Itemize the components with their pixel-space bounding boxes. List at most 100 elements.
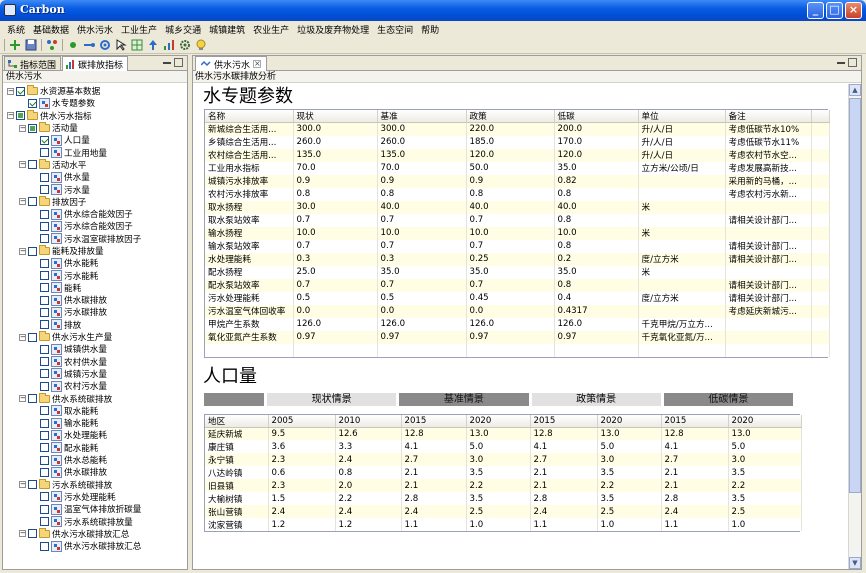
table-cell[interactable]: 10.0 bbox=[293, 226, 378, 240]
table-cell[interactable]: 1.1 bbox=[530, 518, 598, 531]
table-cell[interactable]: 1.0 bbox=[466, 518, 531, 531]
column-header[interactable]: 2015 bbox=[661, 414, 729, 428]
table-cell[interactable]: 2.2 bbox=[597, 479, 662, 492]
table-cell[interactable] bbox=[554, 343, 639, 357]
tree-checkbox[interactable] bbox=[28, 160, 37, 170]
table-cell[interactable]: 3.5 bbox=[728, 492, 802, 505]
tree-checkbox[interactable] bbox=[28, 197, 37, 207]
table-cell[interactable]: 0.8 bbox=[335, 466, 402, 479]
table-row[interactable] bbox=[205, 343, 830, 357]
column-header[interactable]: 单位 bbox=[638, 110, 726, 123]
menu-basic-data[interactable]: 基础数据 bbox=[29, 23, 73, 36]
chart-icon[interactable] bbox=[163, 39, 175, 51]
table-row[interactable]: 旧县镇 2.3 2.0 2.1 2.2 2.1 2.2 2.1 2.2 bbox=[205, 479, 802, 492]
menu-ecology[interactable]: 生态空间 bbox=[373, 23, 417, 36]
table-cell[interactable] bbox=[638, 174, 726, 188]
tree-checkbox[interactable] bbox=[40, 258, 49, 268]
tree-item[interactable]: 污水系统碳排放量 bbox=[3, 515, 187, 528]
table-cell[interactable] bbox=[638, 187, 726, 201]
tree-checkbox[interactable] bbox=[40, 517, 49, 527]
table-cell[interactable]: 请相关设计部门... bbox=[725, 252, 812, 266]
table-cell[interactable]: 260.0 bbox=[293, 135, 378, 149]
table-cell[interactable] bbox=[466, 343, 555, 357]
tree-item[interactable]: 污水碳排放 bbox=[3, 306, 187, 318]
table-cell[interactable]: 千克氧化亚氮/万... bbox=[638, 330, 726, 344]
grid-icon[interactable] bbox=[131, 39, 143, 51]
table-cell[interactable]: 50.0 bbox=[466, 161, 555, 175]
table-cell[interactable] bbox=[638, 239, 726, 253]
table-cell[interactable]: 0.8 bbox=[554, 187, 639, 201]
tree-item[interactable]: 取水能耗 bbox=[3, 405, 187, 417]
menu-water[interactable]: 供水污水 bbox=[73, 23, 117, 36]
column-header[interactable]: 2005 bbox=[268, 414, 336, 428]
minimize-button[interactable]: _ bbox=[807, 2, 824, 19]
table-cell[interactable]: 采用新的马桶，... bbox=[725, 174, 812, 188]
collapse-icon[interactable]: − bbox=[19, 481, 26, 489]
lightbulb-icon[interactable] bbox=[195, 39, 207, 51]
minimize-panel-icon[interactable] bbox=[163, 62, 171, 64]
table-cell[interactable]: 0.8 bbox=[554, 278, 639, 292]
tree-checkbox[interactable] bbox=[40, 320, 49, 330]
tree-item[interactable]: − 活动水平 bbox=[3, 158, 187, 171]
table-cell[interactable]: 3.5 bbox=[466, 466, 531, 479]
table-cell[interactable]: 千克甲烷/万立方... bbox=[638, 317, 726, 331]
tree-checkbox[interactable] bbox=[40, 148, 49, 158]
table-cell[interactable]: 0.5 bbox=[377, 291, 467, 305]
tree-checkbox[interactable] bbox=[28, 529, 37, 539]
tree-item[interactable]: 供水综合能效因子 bbox=[3, 208, 187, 220]
tree-item[interactable]: 城镇污水量 bbox=[3, 368, 187, 380]
table-cell[interactable]: 1.1 bbox=[661, 518, 729, 531]
table-cell[interactable]: 2.5 bbox=[597, 505, 662, 518]
table-cell[interactable]: 考虑延庆新城污... bbox=[725, 304, 812, 318]
table-cell[interactable]: 3.3 bbox=[335, 440, 402, 453]
column-header[interactable]: 基准 bbox=[377, 110, 467, 123]
table-cell[interactable]: 0.7 bbox=[466, 239, 555, 253]
table-row[interactable]: 张山营镇 2.4 2.4 2.4 2.5 2.4 2.5 2.4 2.5 bbox=[205, 505, 802, 518]
tree-item[interactable]: 温室气体排放折碳量 bbox=[3, 503, 187, 515]
table-cell[interactable]: 2.4 bbox=[335, 453, 402, 466]
table-cell[interactable]: 污水温室气体回收率 bbox=[205, 304, 294, 318]
table-cell[interactable]: 126.0 bbox=[466, 317, 555, 331]
maximize-panel-icon[interactable] bbox=[848, 58, 857, 67]
table-cell[interactable]: 0.4317 bbox=[554, 304, 639, 318]
tree-item[interactable]: 水专题参数 bbox=[3, 97, 187, 109]
table-cell[interactable]: 2.1 bbox=[661, 466, 729, 479]
table-row[interactable]: 污水温室气体回收率 0.0 0.0 0.0 0.4317 考虑延庆新城污... bbox=[205, 304, 830, 318]
table-cell[interactable]: 考虑低碳节水11% bbox=[725, 135, 812, 149]
table-cell[interactable]: 300.0 bbox=[377, 122, 467, 136]
table-cell[interactable]: 2.0 bbox=[335, 479, 402, 492]
table-cell[interactable]: 126.0 bbox=[377, 317, 467, 331]
table-cell[interactable]: 甲烷产生系数 bbox=[205, 317, 294, 331]
table-cell[interactable]: 升/人/日 bbox=[638, 135, 726, 149]
table-cell[interactable] bbox=[725, 343, 812, 357]
table-cell[interactable]: 八达岭镇 bbox=[205, 466, 269, 479]
table-cell[interactable]: 135.0 bbox=[293, 148, 378, 162]
collapse-icon[interactable]: − bbox=[19, 395, 26, 403]
tree-checkbox[interactable] bbox=[40, 209, 49, 219]
table-cell[interactable]: 2.1 bbox=[530, 479, 598, 492]
table-cell[interactable]: 126.0 bbox=[554, 317, 639, 331]
table-cell[interactable] bbox=[725, 330, 812, 344]
table-cell[interactable]: 污水处理能耗 bbox=[205, 291, 294, 305]
table-cell[interactable]: 25.0 bbox=[293, 265, 378, 279]
table-cell[interactable] bbox=[638, 278, 726, 292]
table-row[interactable]: 康庄镇 3.6 3.3 4.1 5.0 4.1 5.0 4.1 5.0 bbox=[205, 440, 802, 453]
tree-checkbox[interactable] bbox=[28, 246, 37, 256]
table-cell[interactable]: 0.7 bbox=[466, 278, 555, 292]
table-cell[interactable]: 张山营镇 bbox=[205, 505, 269, 518]
tree-item[interactable]: − 水资源基本数据 bbox=[3, 85, 187, 97]
table-cell[interactable]: 5.0 bbox=[728, 440, 802, 453]
table-cell[interactable]: 0.97 bbox=[466, 330, 555, 344]
table-row[interactable]: 水处理能耗 0.3 0.3 0.25 0.2 度/立方米 请相关设计部门... bbox=[205, 252, 830, 266]
table-cell[interactable]: 0.97 bbox=[377, 330, 467, 344]
table-cell[interactable]: 配水扬程 bbox=[205, 265, 294, 279]
table-cell[interactable]: 35.0 bbox=[377, 265, 467, 279]
table-cell[interactable]: 0.45 bbox=[466, 291, 555, 305]
save-icon[interactable] bbox=[25, 39, 37, 51]
table-cell[interactable]: 3.5 bbox=[466, 492, 531, 505]
table-cell[interactable]: 度/立方米 bbox=[638, 252, 726, 266]
table-cell[interactable]: 考虑农村污水新... bbox=[725, 187, 812, 201]
table-cell[interactable]: 13.0 bbox=[728, 427, 802, 440]
table-cell[interactable]: 2.8 bbox=[530, 492, 598, 505]
table-cell[interactable]: 3.0 bbox=[466, 453, 531, 466]
